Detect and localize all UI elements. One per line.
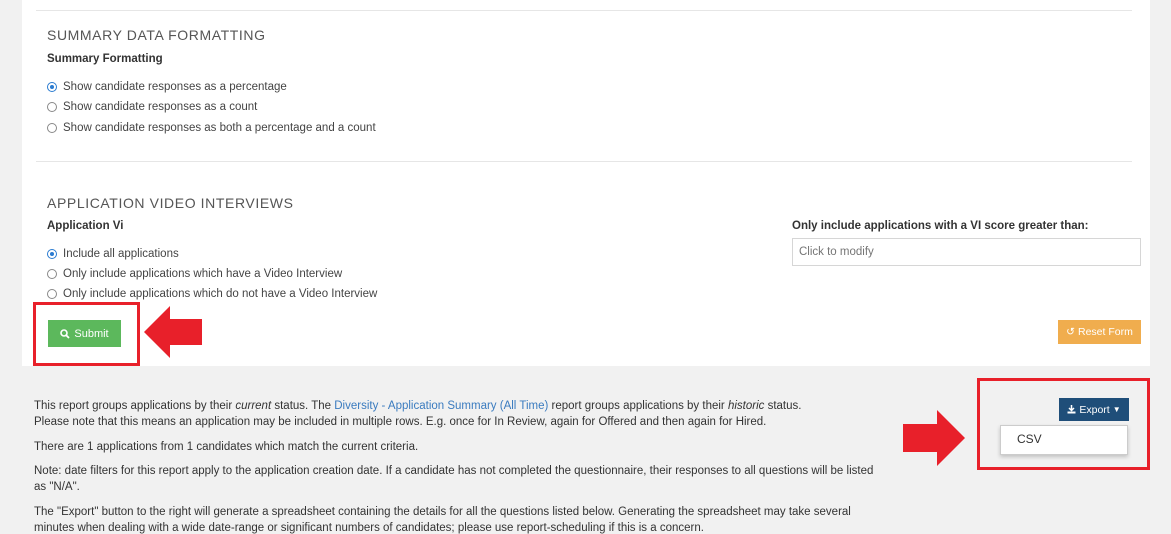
annotation-box-export	[977, 378, 1150, 470]
info-line-1: This report groups applications by their…	[34, 398, 801, 414]
reset-label: Reset Form	[1077, 326, 1133, 338]
diversity-report-link[interactable]: Diversity - Application Summary (All Tim…	[334, 400, 548, 412]
radio-button[interactable]	[47, 289, 57, 299]
info-emphasis-historic: historic	[727, 400, 765, 412]
summary-formatting-label: Summary Formatting	[47, 53, 163, 65]
radio-label: Show candidate responses as both a perce…	[63, 122, 376, 134]
info-text: report groups applications by their	[548, 400, 728, 412]
vi-score-label: Only include applications with a VI scor…	[792, 220, 1089, 232]
section-divider	[36, 161, 1132, 162]
radio-button[interactable]	[47, 82, 57, 92]
info-line-3: There are 1 applications from 1 candidat…	[34, 441, 419, 453]
radio-button[interactable]	[47, 249, 57, 259]
radio-option-has-video[interactable]: Only include applications which have a V…	[47, 268, 342, 280]
info-line-5a: The "Export" button to the right will ge…	[34, 506, 851, 518]
info-emphasis-current: current	[235, 400, 272, 412]
annotation-arrow-left	[144, 306, 202, 358]
video-section-title: APPLICATION VIDEO INTERVIEWS	[47, 195, 294, 211]
annotation-box-submit	[33, 302, 140, 366]
info-line-4b: as "N/A".	[34, 481, 80, 493]
radio-option-no-video[interactable]: Only include applications which do not h…	[47, 288, 377, 300]
radio-label: Show candidate responses as a count	[63, 101, 258, 113]
radio-label: Include all applications	[63, 248, 179, 260]
radio-option-both[interactable]: Show candidate responses as both a perce…	[47, 122, 376, 134]
radio-button[interactable]	[47, 102, 57, 112]
application-vi-label: Application Vi	[47, 220, 124, 232]
radio-label: Only include applications which have a V…	[63, 268, 343, 280]
radio-option-percentage[interactable]: Show candidate responses as a percentage	[47, 81, 287, 93]
radio-button[interactable]	[47, 269, 57, 279]
info-text: status. The	[271, 400, 335, 412]
reset-form-button[interactable]: ↺ Reset Form	[1058, 320, 1141, 344]
summary-section-title: SUMMARY DATA FORMATTING	[47, 27, 266, 43]
info-line-5b: minutes when dealing with a wide date-ra…	[34, 522, 704, 534]
info-line-4a: Note: date filters for this report apply…	[34, 465, 874, 477]
vi-score-input[interactable]	[792, 238, 1141, 266]
radio-option-all-applications[interactable]: Include all applications	[47, 248, 179, 260]
radio-button[interactable]	[47, 123, 57, 133]
radio-label: Only include applications which do not h…	[63, 288, 378, 300]
annotation-arrow-right	[903, 410, 965, 466]
radio-label: Show candidate responses as a percentage	[63, 81, 287, 93]
radio-option-count[interactable]: Show candidate responses as a count	[47, 101, 257, 113]
info-text: This report groups applications by their	[34, 400, 236, 412]
undo-icon: ↺	[1066, 326, 1075, 338]
info-text: status.	[764, 400, 802, 412]
info-line-2: Please note that this means an applicati…	[34, 416, 767, 428]
top-divider	[36, 10, 1132, 11]
